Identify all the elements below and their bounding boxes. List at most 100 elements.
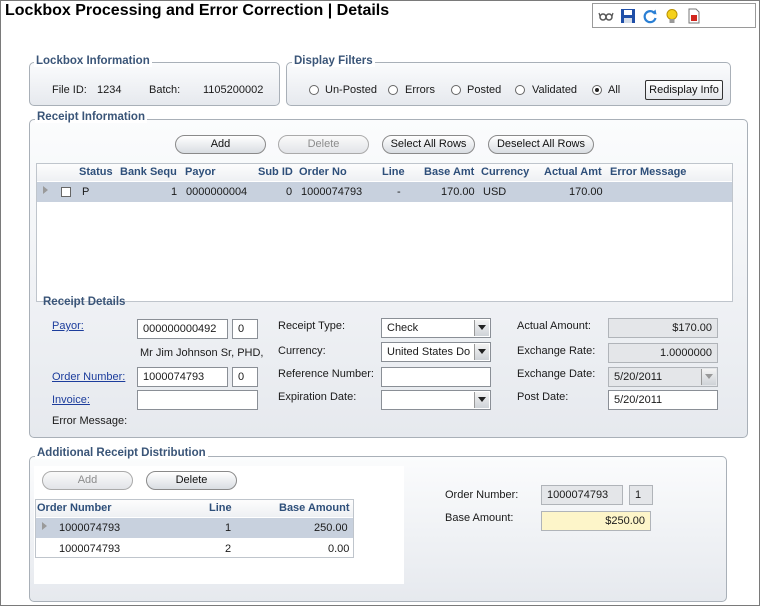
delete-receipt-button[interactable]: Delete (278, 135, 369, 154)
currency-select[interactable]: United States Do (381, 342, 491, 362)
filter-posted-radio[interactable] (451, 85, 461, 95)
exchange-date-select: 5/20/2011 (608, 367, 718, 387)
glasses-icon[interactable] (598, 8, 614, 24)
delete-distribution-button[interactable]: Delete (146, 471, 237, 490)
lockbox-info-title: Lockbox Information (34, 55, 152, 67)
cell-base-amount: 250.00 (314, 522, 348, 534)
exchange-rate-field: 1.0000000 (608, 343, 718, 363)
col-line[interactable]: Line (382, 166, 405, 178)
dist-order-line-field: 1 (629, 485, 653, 505)
cell-line: 2 (225, 543, 232, 555)
filter-validated-radio[interactable] (515, 85, 525, 95)
receipt-grid: Status Bank Sequ Payor Sub ID Order No L… (36, 163, 733, 302)
batch-label: Batch: (149, 84, 181, 96)
chevron-down-icon[interactable] (474, 320, 489, 336)
dist-base-amount-label: Base Amount: (445, 512, 514, 524)
col-order-number[interactable]: Order Number (37, 502, 112, 514)
receipt-type-value: Check (387, 322, 419, 334)
col-payor[interactable]: Payor (185, 166, 216, 178)
row-select-checkbox[interactable] (61, 187, 71, 197)
filter-validated-label[interactable]: Validated (532, 84, 577, 96)
reference-number-input[interactable] (381, 367, 491, 387)
payor-link[interactable]: Payor: (52, 320, 84, 332)
cell-order-number: 1000074793 (59, 543, 121, 555)
expiration-date-select[interactable] (381, 390, 491, 410)
chevron-down-icon (701, 369, 716, 385)
col-order-no[interactable]: Order No (299, 166, 347, 178)
cell-bank-seq: 1 (171, 186, 178, 198)
filter-all-radio[interactable] (592, 85, 602, 95)
add-distribution-button[interactable]: Add (42, 471, 133, 490)
redisplay-info-button[interactable]: Redisplay Info (645, 80, 723, 100)
receipt-type-select[interactable]: Check (381, 318, 491, 338)
receipt-type-label: Receipt Type: (278, 320, 346, 332)
currency-value: United States Do (387, 346, 471, 358)
actual-amount-field: $170.00 (608, 318, 718, 338)
exchange-date-label: Exchange Date: (517, 368, 596, 380)
col-bank-seq[interactable]: Bank Sequ (120, 166, 177, 178)
filter-errors-radio[interactable] (388, 85, 398, 95)
distribution-title: Additional Receipt Distribution (35, 447, 208, 459)
exchange-rate-label: Exchange Rate: (517, 345, 596, 357)
select-all-rows-button[interactable]: Select All Rows (382, 135, 475, 154)
save-icon[interactable] (620, 8, 636, 24)
report-icon[interactable] (686, 8, 702, 24)
invoice-input[interactable] (137, 390, 258, 410)
order-number-link[interactable]: Order Number: (52, 371, 125, 383)
chevron-down-icon[interactable] (474, 344, 489, 360)
table-row[interactable]: 1000074793 1 250.00 (36, 518, 353, 538)
cell-order-no: 1000074793 (301, 186, 363, 198)
filter-posted-label[interactable]: Posted (467, 84, 501, 96)
file-id-value: 1234 (97, 84, 122, 96)
error-message-label: Error Message: (52, 415, 128, 427)
col-base-amount[interactable]: Base Amount (279, 502, 350, 514)
invoice-link[interactable]: Invoice: (52, 394, 90, 406)
col-base-amt[interactable]: Base Amt (424, 166, 474, 178)
batch-value: 1105200002 (203, 84, 264, 96)
chevron-down-icon[interactable] (474, 392, 489, 408)
refresh-icon[interactable] (642, 8, 658, 24)
row-pointer-icon (42, 522, 47, 530)
col-actual-amt[interactable]: Actual Amt (544, 166, 602, 178)
order-number-input[interactable]: 1000074793 (137, 367, 228, 387)
receipt-details-title: Receipt Details (43, 296, 126, 308)
col-currency[interactable]: Currency (481, 166, 529, 178)
payor-sub-input[interactable]: 0 (232, 319, 258, 339)
filter-unposted-label[interactable]: Un-Posted (325, 84, 377, 96)
filter-all-label[interactable]: All (608, 84, 620, 96)
deselect-all-rows-button[interactable]: Deselect All Rows (488, 135, 594, 154)
receipt-info-title: Receipt Information (35, 111, 147, 123)
filter-unposted-radio[interactable] (309, 85, 319, 95)
filter-errors-label[interactable]: Errors (405, 84, 435, 96)
cell-status: P (82, 186, 90, 198)
actual-amount-label: Actual Amount: (517, 320, 591, 332)
col-line[interactable]: Line (209, 502, 232, 514)
lightbulb-icon[interactable] (664, 8, 680, 24)
order-line-input[interactable]: 0 (232, 367, 258, 387)
col-error-message[interactable]: Error Message (610, 166, 686, 178)
post-date-label: Post Date: (517, 391, 569, 403)
cell-line: 1 (225, 522, 232, 534)
table-row[interactable]: P 1 0000000004 0 1000074793 - 170.00 USD… (37, 182, 732, 202)
page-title: Lockbox Processing and Error Correction … (5, 2, 390, 19)
currency-label: Currency: (278, 345, 326, 357)
payor-name: Mr Jim Johnson Sr, PHD, (140, 347, 264, 359)
cell-line: - (397, 186, 401, 198)
row-pointer-icon (43, 186, 48, 194)
post-date-input[interactable]: 5/20/2011 (608, 390, 718, 410)
col-sub-id[interactable]: Sub ID (258, 166, 293, 178)
dist-order-number-field: 1000074793 (541, 485, 623, 505)
dist-base-amount-field[interactable]: $250.00 (541, 511, 651, 531)
add-receipt-button[interactable]: Add (175, 135, 266, 154)
file-id-label: File ID: (52, 84, 87, 96)
cell-actual-amt: 170.00 (569, 186, 603, 198)
col-status[interactable]: Status (79, 166, 113, 178)
payor-input[interactable]: 000000000492 (137, 319, 228, 339)
reference-number-label: Reference Number: (278, 368, 374, 380)
distribution-grid-header: Order Number Line Base Amount (36, 500, 353, 517)
cell-sub-id: 0 (286, 186, 293, 198)
table-row[interactable]: 1000074793 2 0.00 (36, 539, 353, 559)
cell-currency: USD (483, 186, 507, 198)
cell-payor: 0000000004 (186, 186, 248, 198)
distribution-grid: Order Number Line Base Amount 1000074793… (35, 499, 354, 558)
